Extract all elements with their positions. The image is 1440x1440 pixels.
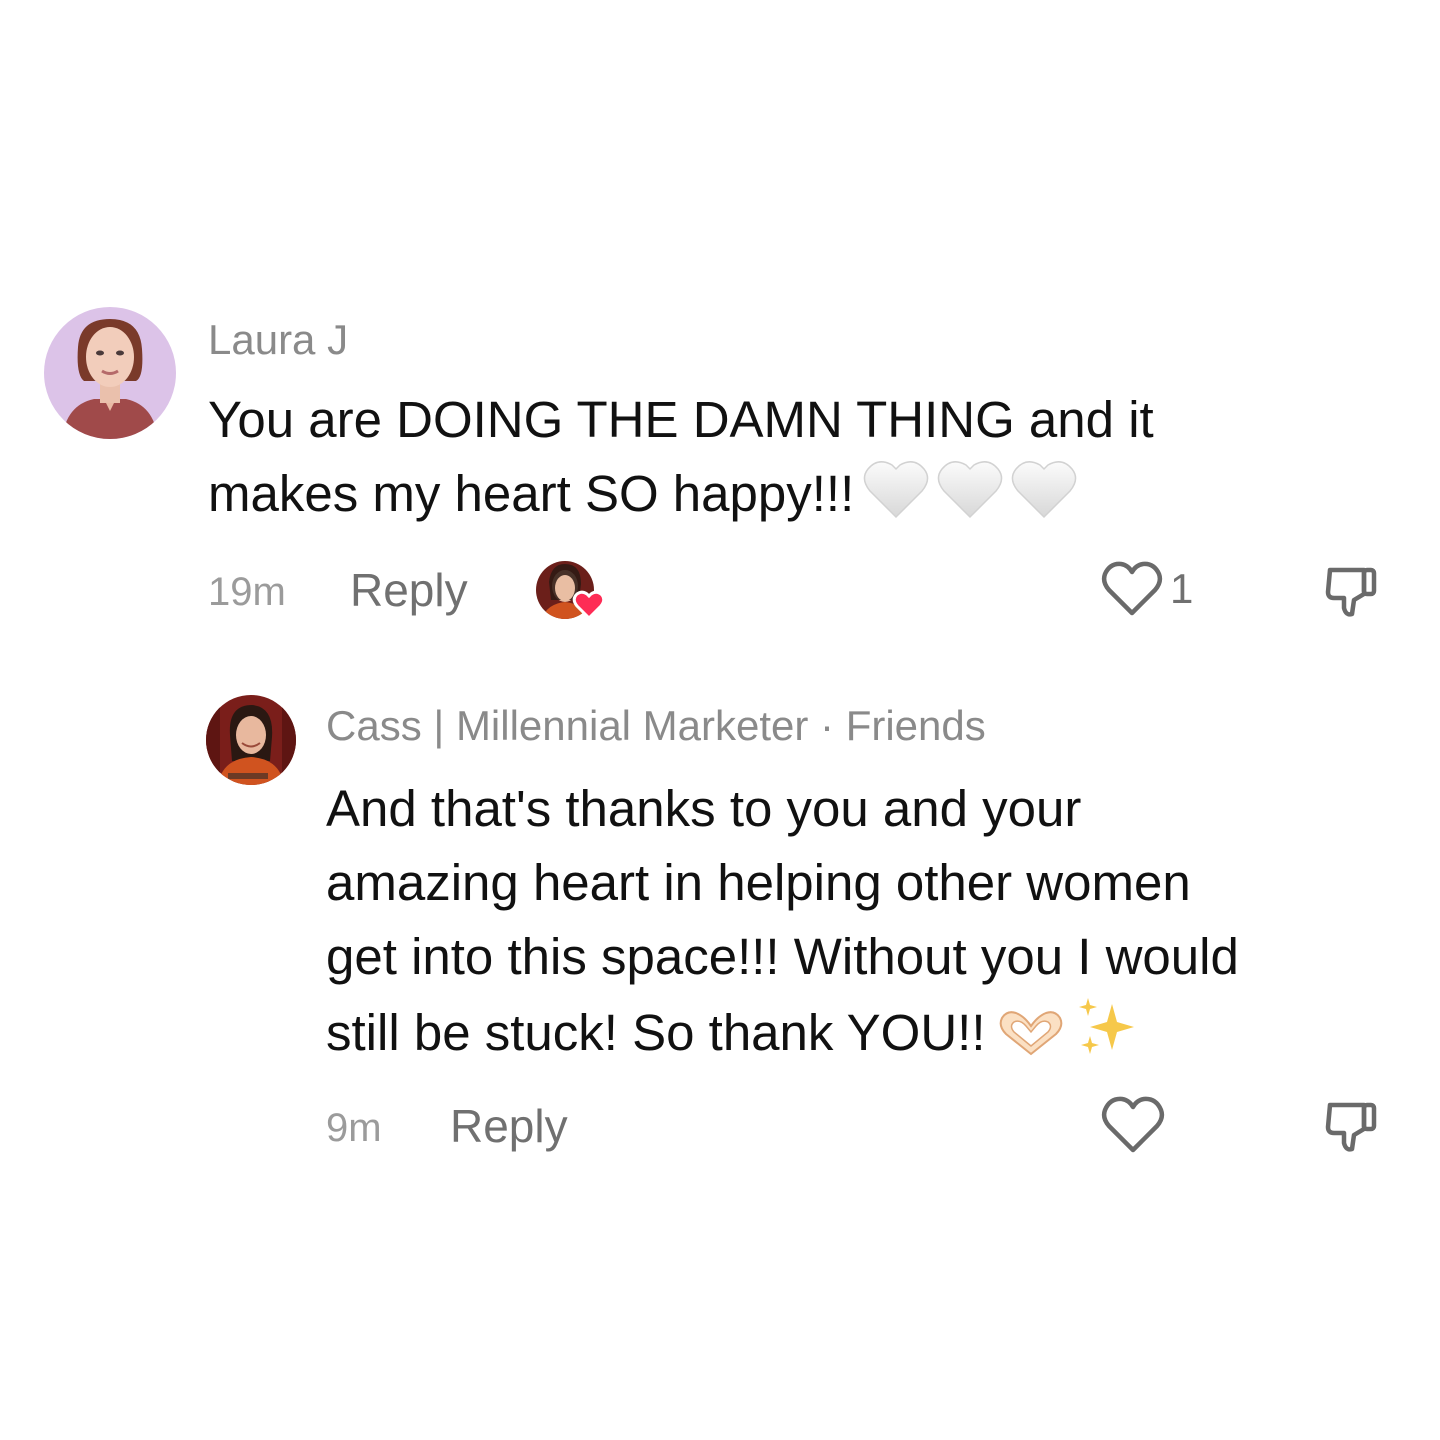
timestamp-laura: 19m [208, 570, 286, 614]
comment-text-laura: You are DOING THE DAMN THING and it make… [208, 383, 1328, 541]
heart-outline-icon [1101, 1096, 1165, 1153]
avatar-laura[interactable] [44, 307, 176, 439]
thumbs-down-icon [1325, 567, 1377, 617]
reply-button-cass[interactable]: Reply [450, 1103, 568, 1149]
dislike-button-laura[interactable] [1322, 562, 1382, 622]
timestamp-cass: 9m [326, 1106, 382, 1150]
white-heart-icon [862, 457, 930, 541]
liked-by-creator-badge [535, 560, 607, 622]
thumbs-down-icon [1325, 1102, 1377, 1152]
white-heart-icon [936, 457, 1004, 541]
comment-line: get into this space!!! Without you I wou… [326, 928, 1239, 985]
reply-button-laura[interactable]: Reply [350, 567, 468, 613]
comment-line: still be stuck! So thank YOU!! [326, 1004, 986, 1061]
sparkles-icon [1074, 994, 1140, 1080]
like-button-laura[interactable] [1100, 560, 1164, 618]
username-laura[interactable]: Laura J [208, 319, 348, 361]
like-button-cass[interactable] [1100, 1095, 1166, 1155]
heart-outline-icon [1101, 561, 1163, 616]
avatar-cass[interactable] [206, 695, 296, 785]
white-heart-icon [1010, 457, 1078, 541]
like-count-laura: 1 [1170, 565, 1194, 612]
comment-line: makes my heart SO happy!!! [208, 465, 855, 522]
dislike-button-cass[interactable] [1322, 1097, 1382, 1157]
comment-line-with-emoji: makes my heart SO happy!!! [208, 457, 1328, 541]
comment-line-with-emoji: still be stuck! So thank YOU!! [326, 994, 1426, 1080]
heart-hands-icon [994, 1004, 1068, 1080]
username-cass[interactable]: Cass | Millennial Marketer · Friends [326, 705, 986, 747]
comment-text-cass: And that's thanks to you and your amazin… [326, 772, 1426, 1080]
comment-line: And that's thanks to you and your [326, 780, 1082, 837]
comment-line: You are DOING THE DAMN THING and it [208, 391, 1154, 448]
comment-line: amazing heart in helping other women [326, 854, 1191, 911]
